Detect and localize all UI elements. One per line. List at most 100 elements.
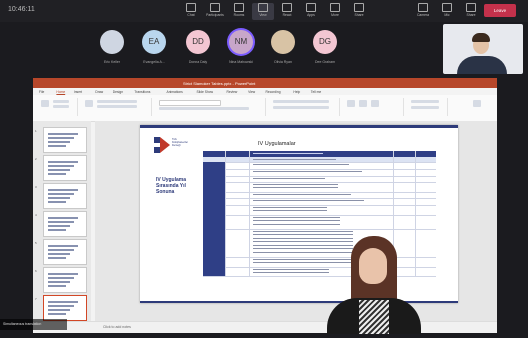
slides-group: [81, 98, 152, 116]
arrange-icon[interactable]: [359, 100, 367, 107]
rooms-button[interactable]: Rooms: [228, 3, 250, 20]
person-hair: [472, 33, 490, 42]
camera-icon: [418, 3, 428, 12]
ribbon-tab[interactable]: View: [248, 90, 255, 94]
participant-name: Nina Mahowski: [229, 60, 253, 64]
ribbon-tab[interactable]: Help: [293, 90, 300, 94]
participant-avatar[interactable]: [100, 30, 124, 54]
ribbon-tab[interactable]: Home: [56, 90, 65, 94]
thumbnail-number: 2: [35, 157, 37, 161]
ribbon: [33, 95, 497, 122]
react-button[interactable]: React: [276, 3, 298, 20]
share-icon: [354, 3, 364, 12]
notes-hint[interactable]: Click to add notes: [103, 325, 131, 329]
share-tray-button[interactable]: Share: [348, 3, 370, 20]
participant-avatar[interactable]: [271, 30, 295, 54]
replace-icon[interactable]: [411, 106, 439, 109]
participant-name: Evangelia A...: [143, 60, 165, 64]
slide-editor: Türk Kütüphaneciler Derneği IV Uygulamal…: [95, 121, 497, 321]
slide-thumbnails-panel: 1 2 3 4 5 6 7: [33, 121, 91, 321]
font-select[interactable]: [159, 100, 221, 106]
participant-avatar[interactable]: DG: [313, 30, 337, 54]
participant-name: Dee Graham: [314, 60, 336, 64]
meeting-toolbar: 10:46:11 Chat Participants Rooms View Re…: [0, 0, 528, 22]
paragraph-group: [269, 98, 340, 116]
slide-title: IV Uygulamalar: [258, 141, 296, 147]
chat-button[interactable]: Chat: [180, 3, 202, 20]
view-button[interactable]: View: [252, 3, 274, 20]
ppt-title-bar: Strict Slamoker Tables.pptx - PowerPoint: [33, 78, 497, 88]
bullets-icon[interactable]: [273, 100, 329, 103]
more-button[interactable]: More: [324, 3, 346, 20]
slide-thumbnail[interactable]: [43, 211, 87, 237]
self-video-tile[interactable]: [443, 24, 523, 74]
paste-icon[interactable]: [41, 100, 49, 107]
participant-name: Olivia Ryan: [274, 60, 292, 64]
slide-thumbnail[interactable]: [43, 267, 87, 293]
chat-icon: [186, 3, 196, 12]
shapes-icon[interactable]: [347, 100, 355, 107]
participant-avatar[interactable]: NM: [229, 30, 253, 54]
new-slide-icon[interactable]: [85, 100, 93, 107]
ribbon-tab[interactable]: Draw: [95, 90, 103, 94]
mic-icon: [442, 3, 452, 12]
ribbon-tab[interactable]: Review: [227, 90, 238, 94]
leave-button[interactable]: Leave: [484, 4, 516, 17]
ribbon-tab[interactable]: Slide Show: [197, 90, 214, 94]
ppt-window-title: Strict Slamoker Tables.pptx - PowerPoint: [183, 81, 256, 86]
find-icon[interactable]: [411, 100, 439, 103]
thumbnail-number: 3: [35, 185, 37, 189]
thumbnail-number: 1: [35, 129, 37, 133]
slide-thumbnail[interactable]: [43, 295, 87, 321]
camera-button[interactable]: Camera: [412, 3, 434, 20]
apps-button[interactable]: Apps: [300, 3, 322, 20]
meeting-timer: 10:46:11: [8, 6, 35, 13]
ribbon-tab[interactable]: Tell me: [311, 90, 321, 94]
copy-icon[interactable]: [53, 105, 69, 108]
dictate-icon[interactable]: [473, 100, 481, 107]
presenter-shirt: [359, 300, 389, 334]
ribbon-tab[interactable]: Insert: [74, 90, 82, 94]
ribbon-tab[interactable]: Design: [113, 90, 123, 94]
participant-name: Donna Daly: [188, 60, 208, 64]
slide-thumbnail[interactable]: [43, 183, 87, 209]
slide-thumbnail[interactable]: [43, 239, 87, 265]
quick-styles-icon[interactable]: [371, 100, 379, 107]
rooms-icon: [234, 3, 244, 12]
caption-label: Simultaneous translation: [0, 319, 67, 330]
slide-left-text: IV Uygulama Sırasında Yıl Sonuna: [156, 177, 187, 195]
mic-button[interactable]: Mic: [436, 3, 458, 20]
participant-avatar[interactable]: DD: [186, 30, 210, 54]
association-logo: [154, 137, 170, 153]
thumbnail-number: 5: [35, 241, 37, 245]
presenter-video[interactable]: [319, 228, 428, 334]
share-screen-icon: [466, 3, 476, 12]
font-group: [155, 98, 266, 116]
apps-icon: [306, 3, 316, 12]
clipboard-group: [37, 98, 78, 116]
ribbon-tab[interactable]: Animations: [167, 90, 183, 94]
ribbon-tabs: File Home Insert Draw Design Transitions Anima…: [33, 88, 497, 95]
share-button[interactable]: Share: [460, 3, 482, 20]
more-icon: [330, 3, 340, 12]
react-icon: [282, 3, 292, 12]
font-format-icons[interactable]: [159, 107, 249, 110]
ribbon-tab[interactable]: Transitions: [134, 90, 150, 94]
slide-thumbnail[interactable]: [43, 155, 87, 181]
align-icon[interactable]: [273, 106, 329, 109]
editing-group: [407, 98, 448, 116]
person-body: [457, 56, 507, 74]
cut-icon[interactable]: [53, 100, 69, 103]
logo-text: Türk Kütüphaneciler Derneği: [172, 138, 188, 147]
ribbon-tab[interactable]: Recording: [266, 90, 281, 94]
layout-icon[interactable]: [97, 100, 137, 103]
thumbnail-number: 7: [35, 297, 37, 301]
participants-button[interactable]: Participants: [204, 3, 226, 20]
thumbnail-number: 6: [35, 269, 37, 273]
reset-icon[interactable]: [97, 105, 137, 108]
ribbon-tab[interactable]: File: [39, 90, 44, 94]
participant-avatar[interactable]: EA: [142, 30, 166, 54]
slide-thumbnail[interactable]: [43, 127, 87, 153]
presenter-face: [359, 248, 387, 284]
people-icon: [210, 3, 220, 12]
